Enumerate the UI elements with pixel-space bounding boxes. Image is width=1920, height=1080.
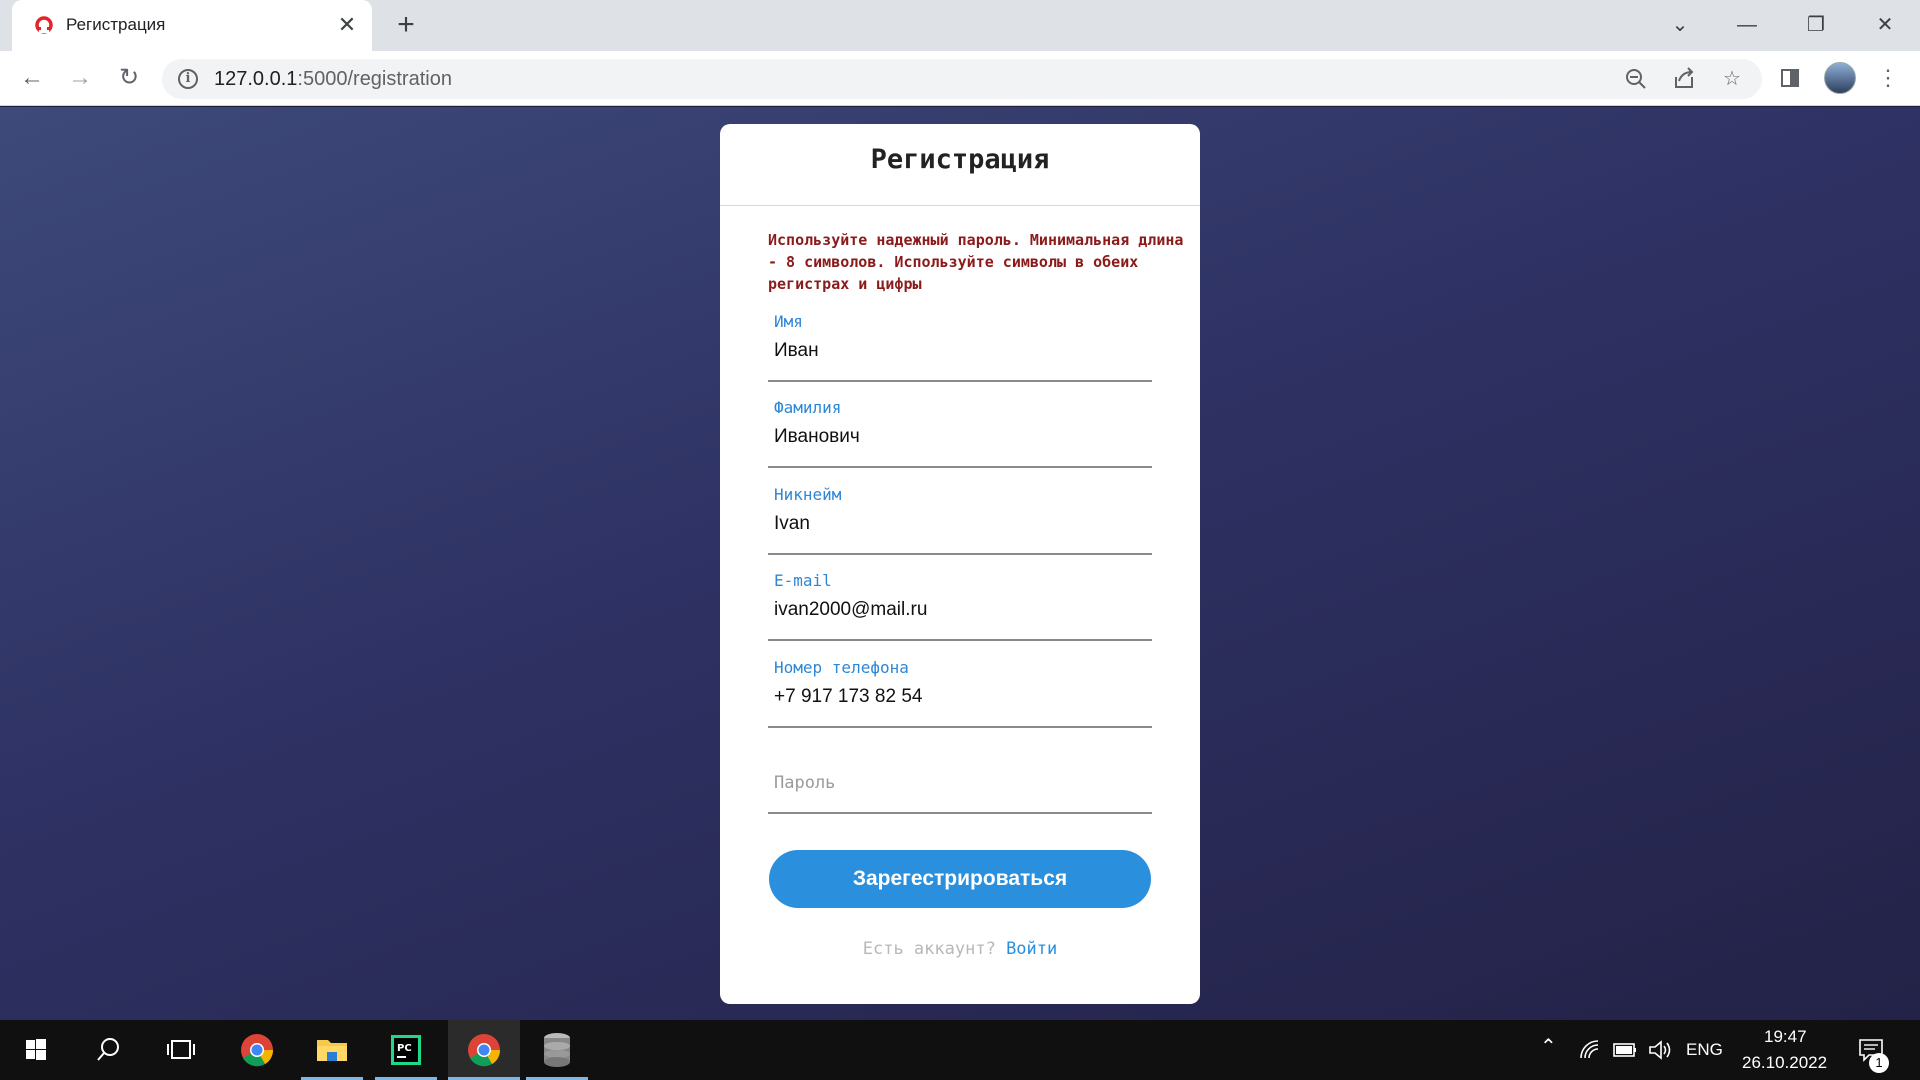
nickname-field: Никнейм xyxy=(768,485,1152,555)
zoom-out-icon[interactable] xyxy=(1622,65,1650,93)
login-prompt-line: Есть аккаунт? Войти xyxy=(720,939,1200,959)
chrome-icon xyxy=(468,1034,501,1067)
pycharm-icon: PC xyxy=(391,1035,421,1065)
new-tab-button[interactable]: + xyxy=(391,10,421,40)
pycharm-taskbar-icon[interactable]: PC xyxy=(375,1020,437,1080)
last-name-field: Фамилия xyxy=(768,398,1152,468)
last-name-input[interactable] xyxy=(774,422,1144,452)
folder-icon xyxy=(317,1040,347,1061)
phone-input[interactable] xyxy=(774,682,1144,712)
profile-avatar[interactable] xyxy=(1824,62,1856,94)
forward-arrow-icon[interactable]: → xyxy=(62,60,98,96)
tab-close-icon[interactable]: ✕ xyxy=(334,12,360,38)
network-icon[interactable] xyxy=(1578,1038,1602,1062)
browser-tab-strip: Регистрация ✕ + ⌄ — ❐ ✕ xyxy=(0,0,1920,51)
login-prompt-text: Есть аккаунт? xyxy=(862,939,996,959)
task-view-icon[interactable] xyxy=(150,1020,212,1080)
last-name-label: Фамилия xyxy=(774,398,842,417)
notification-count-badge: 1 xyxy=(1869,1053,1889,1073)
password-hint: Используйте надежный пароль. Минимальная… xyxy=(768,231,1184,293)
phone-label: Номер телефона xyxy=(774,658,909,677)
close-window-icon[interactable]: ✕ xyxy=(1865,10,1905,40)
restore-window-icon[interactable]: ❐ xyxy=(1796,10,1836,40)
title-divider xyxy=(720,205,1200,206)
site-info-icon[interactable]: i xyxy=(178,69,198,89)
page-title: Регистрация xyxy=(870,144,1050,175)
password-field xyxy=(768,744,1152,814)
url-text[interactable]: 127.0.0.1:5000/registration xyxy=(214,68,452,91)
address-bar[interactable]: i 127.0.0.1:5000/registration ☆ xyxy=(162,59,1762,99)
tab-title: Регистрация xyxy=(66,15,166,34)
first-name-input[interactable] xyxy=(774,336,1144,366)
show-hidden-icons-chevron-icon[interactable]: ⌃ xyxy=(1540,1034,1557,1059)
windows-taskbar: PC ⌃ ENG 19:47 26.10.2022 1 xyxy=(0,1020,1920,1080)
reload-icon[interactable]: ↻ xyxy=(111,60,147,96)
nickname-input[interactable] xyxy=(774,509,1144,539)
browser-toolbar: ← → ↻ i 127.0.0.1:5000/registration ☆ ⋮ xyxy=(0,51,1920,106)
password-input[interactable] xyxy=(774,768,1144,798)
email-field: E-mail xyxy=(768,571,1152,641)
back-arrow-icon[interactable]: ← xyxy=(14,60,50,96)
browser-tab[interactable]: Регистрация ✕ xyxy=(12,0,372,51)
chrome-taskbar-icon[interactable] xyxy=(226,1020,288,1080)
windows-start-icon[interactable] xyxy=(4,1020,66,1080)
svg-text:PC: PC xyxy=(397,1043,412,1054)
site-favicon-icon xyxy=(35,16,53,34)
battery-icon[interactable] xyxy=(1612,1040,1638,1060)
tab-search-chevron-icon[interactable]: ⌄ xyxy=(1660,10,1700,40)
search-icon[interactable] xyxy=(78,1020,140,1080)
first-name-label: Имя xyxy=(774,312,803,331)
minimize-window-icon[interactable]: — xyxy=(1727,10,1767,40)
database-icon xyxy=(544,1033,570,1067)
phone-field: Номер телефона xyxy=(768,658,1152,728)
side-panel-icon[interactable] xyxy=(1772,60,1808,96)
share-icon[interactable] xyxy=(1670,65,1698,93)
bookmark-star-icon[interactable]: ☆ xyxy=(1718,65,1746,93)
email-input[interactable] xyxy=(774,595,1144,625)
login-link[interactable]: Войти xyxy=(1006,939,1057,959)
email-label: E-mail xyxy=(774,571,832,590)
chrome-active-taskbar-icon[interactable] xyxy=(448,1020,520,1080)
browser-menu-icon[interactable]: ⋮ xyxy=(1870,60,1906,96)
clock-time[interactable]: 19:47 xyxy=(1764,1027,1807,1047)
page-background: Регистрация Используйте надежный пароль.… xyxy=(0,107,1920,1020)
file-explorer-taskbar-icon[interactable] xyxy=(301,1020,363,1080)
database-taskbar-icon[interactable] xyxy=(526,1020,588,1080)
register-button[interactable]: Зарегестрироваться xyxy=(769,850,1151,908)
volume-icon[interactable] xyxy=(1647,1038,1673,1062)
first-name-field: Имя xyxy=(768,312,1152,382)
nickname-label: Никнейм xyxy=(774,485,842,504)
language-indicator[interactable]: ENG xyxy=(1686,1040,1723,1060)
clock-date[interactable]: 26.10.2022 xyxy=(1742,1053,1827,1073)
registration-card: Регистрация Используйте надежный пароль.… xyxy=(720,124,1200,1004)
